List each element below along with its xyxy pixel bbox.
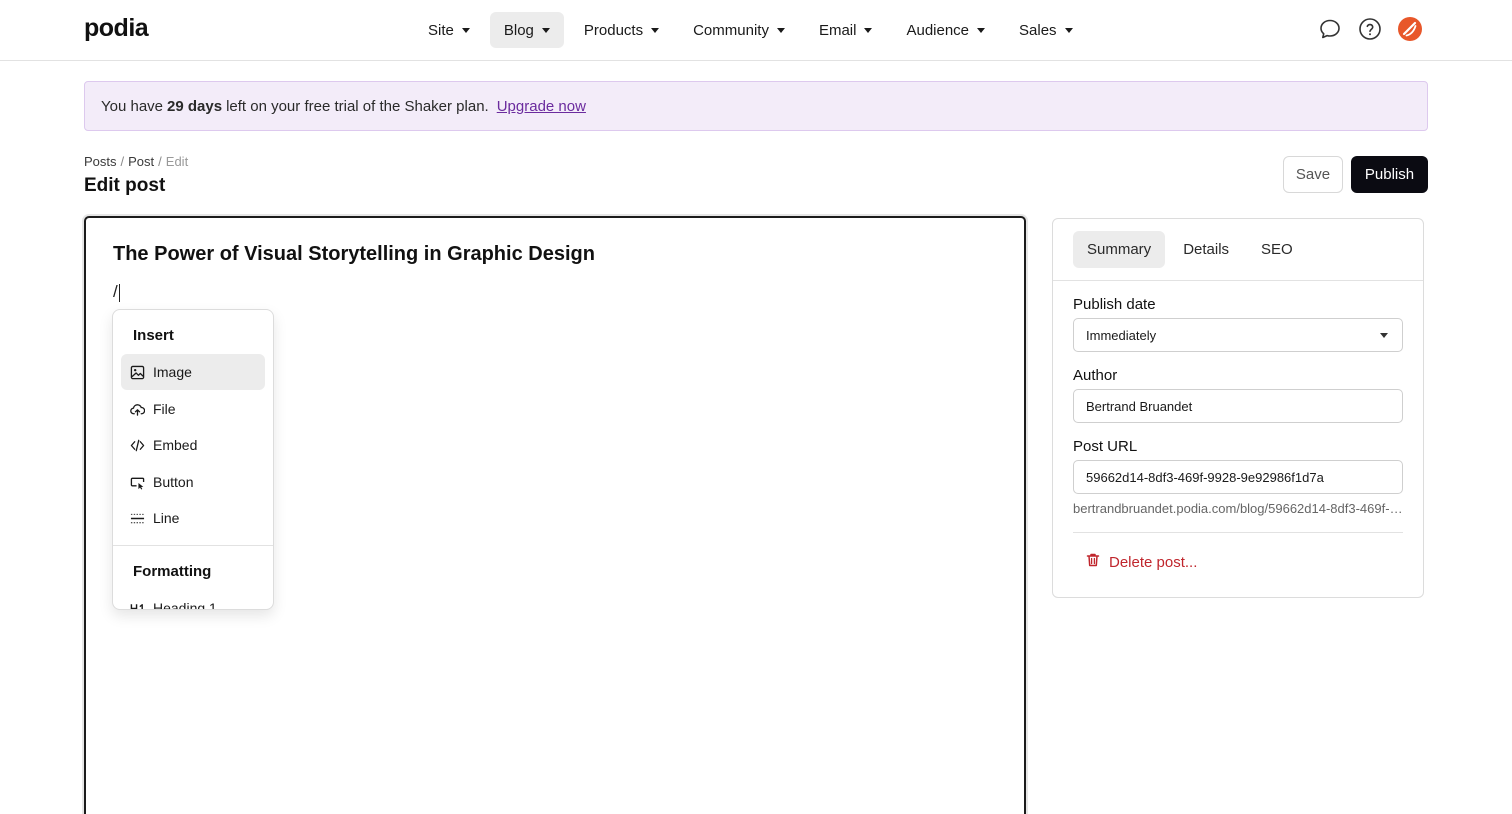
caret-down-icon	[776, 27, 785, 33]
insert-menu-item-heading-1[interactable]: Heading 1	[121, 590, 265, 610]
insert-menu-item-label: Heading 1	[153, 600, 217, 610]
image-icon	[130, 365, 145, 380]
caret-down-icon	[461, 27, 470, 33]
profile-avatar-icon[interactable]	[1398, 17, 1422, 41]
delete-post-button[interactable]: Delete post...	[1085, 552, 1197, 572]
chat-bubble-icon[interactable]	[1318, 17, 1342, 41]
caret-down-icon	[864, 27, 873, 33]
post-title[interactable]: The Power of Visual Storytelling in Grap…	[113, 243, 595, 266]
menu-divider	[113, 545, 273, 546]
insert-heading: Insert	[133, 327, 174, 344]
nav-item-blog[interactable]: Blog	[489, 12, 564, 48]
page-title: Edit post	[84, 175, 166, 196]
panel-divider	[1053, 280, 1423, 281]
insert-menu-item-label: Line	[153, 510, 180, 526]
nav-item-label: Email	[818, 21, 857, 39]
nav-item-label: Products	[583, 21, 644, 39]
formatting-heading: Formatting	[133, 563, 212, 580]
nav-item-site[interactable]: Site	[414, 12, 484, 48]
panel-tabs: Summary Details SEO	[1073, 231, 1307, 268]
code-icon	[130, 438, 145, 453]
editor-body-text: /	[113, 282, 118, 301]
publish-date-label: Publish date	[1073, 296, 1156, 313]
caret-down-icon	[651, 27, 660, 33]
post-settings-panel: Summary Details SEO Publish date Immedia…	[1052, 218, 1424, 598]
insert-menu-item-image[interactable]: Image	[121, 354, 265, 390]
editor-body[interactable]: /	[113, 282, 120, 302]
post-url-value: 59662d14-8df3-469f-9928-9e92986f1d7a	[1086, 469, 1324, 485]
insert-menu-item-line[interactable]: Line	[121, 500, 265, 536]
tab-details[interactable]: Details	[1169, 231, 1243, 268]
insert-menu-item-embed[interactable]: Embed	[121, 427, 265, 463]
help-circle-icon[interactable]	[1358, 17, 1382, 41]
publish-date-value: Immediately	[1086, 327, 1157, 343]
main-nav: Site Blog Products Community Email Audie…	[414, 12, 1093, 48]
banner-days-remaining: 29 days	[167, 97, 223, 115]
insert-menu-item-label: Embed	[153, 437, 198, 453]
horizontal-line-icon	[130, 511, 145, 526]
breadcrumb: Posts / Post / Edit	[84, 154, 188, 169]
cloud-upload-icon	[130, 402, 145, 417]
insert-menu-item-label: File	[153, 401, 176, 417]
insert-menu: Insert Image File Embed Button Line Form…	[112, 309, 274, 610]
nav-item-label: Site	[428, 21, 454, 39]
breadcrumb-separator: /	[158, 154, 162, 169]
post-url-field[interactable]: 59662d14-8df3-469f-9928-9e92986f1d7a	[1073, 460, 1403, 494]
publish-button[interactable]: Publish	[1351, 156, 1428, 193]
save-button[interactable]: Save	[1283, 156, 1343, 193]
nav-item-label: Blog	[503, 21, 534, 39]
caret-down-icon	[541, 27, 550, 33]
text-cursor	[118, 283, 120, 302]
breadcrumb-edit: Edit	[165, 154, 189, 169]
nav-item-products[interactable]: Products	[570, 12, 673, 48]
nav-item-audience[interactable]: Audience	[892, 12, 999, 48]
insert-menu-item-file[interactable]: File	[121, 391, 265, 427]
tab-seo[interactable]: SEO	[1247, 231, 1307, 268]
trial-banner: You have 29 days left on your free trial…	[84, 81, 1428, 131]
post-url-preview: bertrandbruandet.podia.com/blog/59662d14…	[1073, 501, 1403, 516]
breadcrumb-posts[interactable]: Posts	[84, 154, 117, 169]
top-navigation-bar: podia Site Blog Products Community Email…	[0, 0, 1512, 61]
breadcrumb-separator: /	[120, 154, 125, 169]
banner-text-suffix: left on your free trial of the Shaker pl…	[226, 97, 489, 115]
tab-summary[interactable]: Summary	[1073, 231, 1166, 268]
upgrade-now-link[interactable]: Upgrade now	[497, 98, 586, 115]
delete-post-label: Delete post...	[1109, 553, 1198, 571]
caret-down-icon	[1064, 27, 1073, 33]
publish-date-select[interactable]: Immediately	[1073, 318, 1403, 352]
nav-item-sales[interactable]: Sales	[1005, 12, 1087, 48]
h1-icon	[130, 601, 145, 609]
insert-menu-item-label: Button	[153, 474, 194, 490]
button-cursor-icon	[130, 475, 145, 490]
caret-down-icon	[977, 27, 986, 33]
nav-item-email[interactable]: Email	[805, 12, 887, 48]
top-right-icons	[1318, 17, 1422, 41]
insert-menu-item-button[interactable]: Button	[121, 464, 265, 500]
dropdown-arrow-icon	[1380, 333, 1388, 338]
panel-divider	[1073, 532, 1403, 533]
post-url-label: Post URL	[1073, 438, 1138, 455]
insert-menu-item-label: Image	[153, 364, 192, 380]
podia-logo[interactable]: podia	[84, 14, 149, 43]
trash-icon	[1085, 552, 1101, 572]
breadcrumb-post[interactable]: Post	[128, 154, 154, 169]
author-label: Author	[1073, 367, 1118, 384]
nav-item-community[interactable]: Community	[679, 12, 799, 48]
nav-item-label: Audience	[906, 21, 970, 39]
author-value: Bertrand Bruandet	[1086, 398, 1193, 414]
nav-item-label: Community	[693, 21, 769, 39]
author-field[interactable]: Bertrand Bruandet	[1073, 389, 1403, 423]
banner-text-prefix: You have	[101, 97, 164, 115]
nav-item-label: Sales	[1019, 21, 1057, 39]
